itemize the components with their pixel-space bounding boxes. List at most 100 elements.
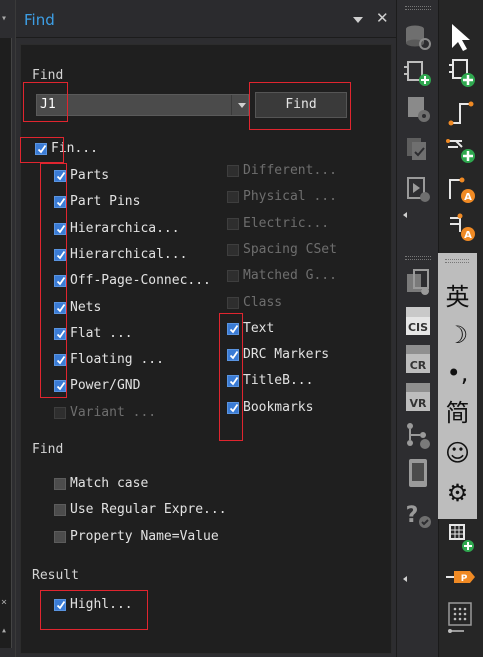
search-combobox[interactable]: J1: [36, 94, 249, 116]
result-section-label: Result: [32, 568, 79, 583]
dock-menu-icon[interactable]: ▾: [1, 14, 7, 24]
import-run-icon[interactable]: [401, 172, 435, 206]
find-button[interactable]: Find: [255, 92, 347, 118]
netlist-icon[interactable]: [401, 266, 435, 300]
checkmark-icon: [229, 377, 239, 386]
checkmark-icon: [37, 144, 47, 154]
phone-layout-icon[interactable]: [401, 456, 435, 490]
ime-punctuation[interactable]: •,: [438, 353, 477, 393]
checkbox-box[interactable]: [54, 380, 66, 393]
svg-text:VR: VR: [410, 397, 428, 410]
checkmark-icon: [229, 403, 239, 413]
scroll-up-icon[interactable]: ▴: [1, 626, 7, 636]
checkbox-box[interactable]: [54, 478, 66, 490]
close-panel-icon[interactable]: ✕: [376, 11, 389, 26]
vr-icon[interactable]: VR: [401, 380, 435, 414]
find-section-label: Find: [32, 68, 64, 83]
place-bus-icon[interactable]: [444, 132, 478, 166]
checkmark-icon: [56, 329, 66, 339]
left-editor-edge: [0, 38, 12, 648]
tree-add-icon[interactable]: [401, 418, 435, 452]
checkbox-box[interactable]: [54, 599, 66, 611]
checkbox-label: Electric...: [243, 215, 330, 231]
ime-emoji[interactable]: ☺: [438, 433, 477, 473]
ime-settings[interactable]: ⚙: [438, 473, 477, 513]
search-input[interactable]: J1: [40, 97, 56, 113]
copy-check-icon[interactable]: [401, 132, 435, 166]
checkbox-box: [227, 270, 239, 283]
checkbox-label: Property Name=Value: [70, 528, 219, 544]
checkbox-box[interactable]: [54, 301, 66, 314]
chevron-down-icon[interactable]: [238, 103, 246, 108]
combo-divider: [231, 95, 232, 115]
svg-text:A: A: [464, 230, 472, 241]
checkbox-box: [227, 191, 239, 204]
left-dock-strip: ▾ × ▴: [0, 0, 16, 657]
add-part-list-icon[interactable]: [401, 56, 435, 90]
toolbar-grip[interactable]: [405, 256, 431, 260]
checkbox-box[interactable]: [54, 248, 66, 261]
place-part-icon[interactable]: [444, 56, 478, 90]
checkmark-icon: [56, 250, 66, 260]
checkbox-box[interactable]: [54, 196, 66, 209]
collapse-arrow-icon[interactable]: [403, 576, 407, 582]
checkbox-box[interactable]: [54, 222, 66, 235]
database-search-icon[interactable]: [401, 20, 435, 54]
checkbox-label: Text: [243, 320, 275, 336]
ime-toolbar: 英 ☽ •, 简 ☺ ⚙: [438, 253, 477, 519]
checkbox-box[interactable]: [54, 170, 66, 182]
find-button-label: Find: [285, 97, 317, 112]
toolbar-grip[interactable]: [405, 6, 431, 10]
panel-titlebar: Find ✕: [16, 0, 396, 38]
help-check-icon[interactable]: ?: [401, 498, 435, 532]
checkbox-box[interactable]: [54, 530, 66, 543]
checkmark-icon: [56, 171, 66, 181]
auto-connect-icon[interactable]: A: [444, 210, 478, 244]
place-offpage-icon[interactable]: P: [444, 560, 478, 594]
checkbox-label: Hierarchical...: [70, 246, 188, 262]
cr-icon[interactable]: CR: [401, 342, 435, 376]
svg-text:CR: CR: [410, 359, 427, 372]
document-settings-icon[interactable]: [401, 92, 435, 126]
ime-grip[interactable]: [445, 259, 469, 263]
checkbox-box: [54, 406, 66, 419]
checkbox-label: Bookmarks: [243, 399, 314, 415]
auto-wire-icon[interactable]: A: [444, 172, 478, 206]
collapse-arrow-icon[interactable]: [403, 212, 407, 218]
checkbox-label: DRC Markers: [243, 347, 330, 363]
checkbox-box[interactable]: [227, 401, 239, 414]
checkbox-box[interactable]: [227, 375, 239, 388]
checkbox-box[interactable]: [227, 322, 239, 335]
svg-text:P: P: [461, 574, 468, 584]
grid-dots-icon[interactable]: [444, 600, 478, 634]
checkbox-label: Off-Page-Connec...: [70, 273, 211, 289]
checkbox-box[interactable]: [54, 327, 66, 340]
checkbox-box[interactable]: [54, 354, 66, 367]
checkmark-icon: [56, 382, 66, 391]
cis-icon[interactable]: CIS: [401, 304, 435, 338]
ime-simplified-traditional[interactable]: 简: [438, 393, 477, 433]
checkbox-label: TitleB...: [243, 373, 314, 389]
dropdown-menu-icon[interactable]: [352, 14, 364, 26]
checkbox-box[interactable]: [54, 275, 66, 288]
ime-full-half-width[interactable]: ☽: [438, 315, 477, 355]
checkbox-box: [227, 243, 239, 256]
svg-text:A: A: [464, 192, 472, 203]
place-grid-icon[interactable]: [444, 522, 478, 556]
svg-text:?: ?: [406, 503, 419, 528]
ime-language-toggle[interactable]: 英: [438, 277, 477, 317]
options-section-label: Find: [32, 442, 64, 457]
checkbox-label: Variant ...: [70, 404, 157, 420]
place-wire-icon[interactable]: [444, 96, 478, 130]
checkbox-box[interactable]: [54, 504, 66, 517]
close-icon[interactable]: ×: [1, 598, 7, 608]
checkbox-box[interactable]: [35, 143, 47, 155]
select-pointer-icon[interactable]: [444, 20, 478, 54]
find-panel: Find ✕ Find J1 Find Fin... Parts Part Pin…: [16, 0, 396, 657]
svg-text:CIS: CIS: [408, 321, 428, 334]
checkmark-icon: [56, 600, 66, 610]
checkbox-box: [227, 165, 239, 177]
checkbox-label: Hierarchica...: [70, 220, 180, 236]
checkbox-box[interactable]: [227, 349, 239, 362]
checkbox-label: Parts: [70, 168, 110, 183]
